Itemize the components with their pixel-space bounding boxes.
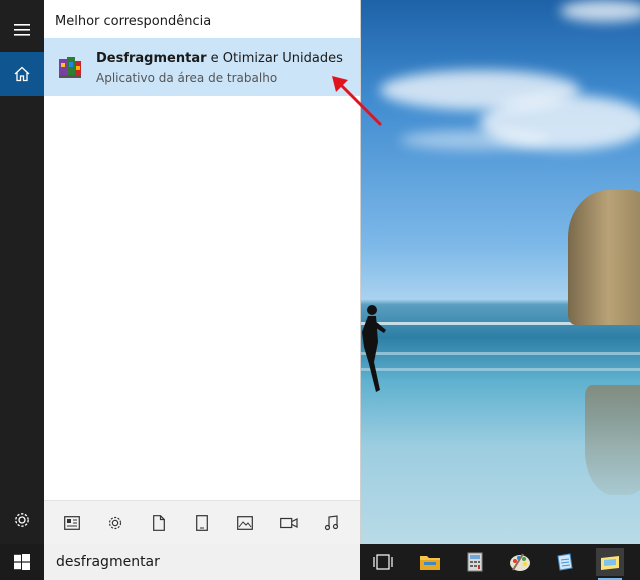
start-rail bbox=[0, 0, 44, 544]
task-view-icon bbox=[373, 554, 393, 570]
task-view-button[interactable] bbox=[369, 548, 397, 576]
notepad-button[interactable] bbox=[551, 548, 579, 576]
filter-videos-button[interactable] bbox=[277, 511, 301, 535]
search-filter-bar bbox=[44, 500, 360, 544]
taskbar: desfragmentar bbox=[0, 544, 640, 580]
paint-icon bbox=[510, 553, 530, 571]
video-icon bbox=[279, 517, 298, 528]
start-button[interactable] bbox=[0, 544, 44, 580]
settings-button[interactable] bbox=[0, 498, 44, 542]
music-icon bbox=[325, 514, 339, 530]
home-icon bbox=[14, 66, 30, 82]
filter-settings-button[interactable] bbox=[103, 511, 127, 535]
filter-documents-button[interactable] bbox=[60, 511, 84, 535]
sticky-app-icon bbox=[601, 556, 619, 570]
section-title: Melhor correspondência bbox=[55, 14, 212, 29]
documents-icon bbox=[63, 515, 80, 530]
calculator-button[interactable] bbox=[461, 548, 489, 576]
hamburger-icon bbox=[14, 24, 30, 36]
filter-files-button[interactable] bbox=[147, 511, 171, 535]
filter-photos-button[interactable] bbox=[233, 511, 257, 535]
desktop-wallpaper bbox=[360, 0, 640, 544]
file-explorer-button[interactable] bbox=[416, 548, 444, 576]
file-explorer-icon bbox=[420, 556, 440, 570]
best-match-result[interactable]: Desfragmentar e Otimizar Unidades Aplica… bbox=[44, 38, 360, 96]
paint-button[interactable] bbox=[506, 548, 534, 576]
settings-icon bbox=[109, 516, 122, 529]
search-results-panel: Melhor correspondência Desfragmentar e O… bbox=[44, 0, 361, 544]
home-button[interactable] bbox=[0, 52, 44, 96]
tablet-icon bbox=[196, 514, 208, 531]
defrag-app-icon bbox=[59, 57, 81, 78]
photos-icon bbox=[237, 515, 254, 530]
result-title: Desfragmentar e Otimizar Unidades bbox=[96, 51, 343, 66]
filter-music-button[interactable] bbox=[320, 511, 344, 535]
hamburger-menu-button[interactable] bbox=[0, 8, 44, 52]
result-subtitle: Aplicativo da área de trabalho bbox=[96, 71, 278, 85]
annotation-arrow bbox=[332, 76, 382, 126]
taskbar-search-input[interactable]: desfragmentar bbox=[44, 544, 360, 580]
active-app-button[interactable] bbox=[596, 548, 624, 580]
file-icon bbox=[152, 514, 165, 531]
calculator-icon bbox=[467, 552, 483, 572]
settings-icon bbox=[15, 513, 29, 527]
notepad-icon bbox=[557, 553, 573, 571]
filter-apps-button[interactable] bbox=[190, 511, 214, 535]
windows-logo-icon bbox=[14, 554, 30, 570]
